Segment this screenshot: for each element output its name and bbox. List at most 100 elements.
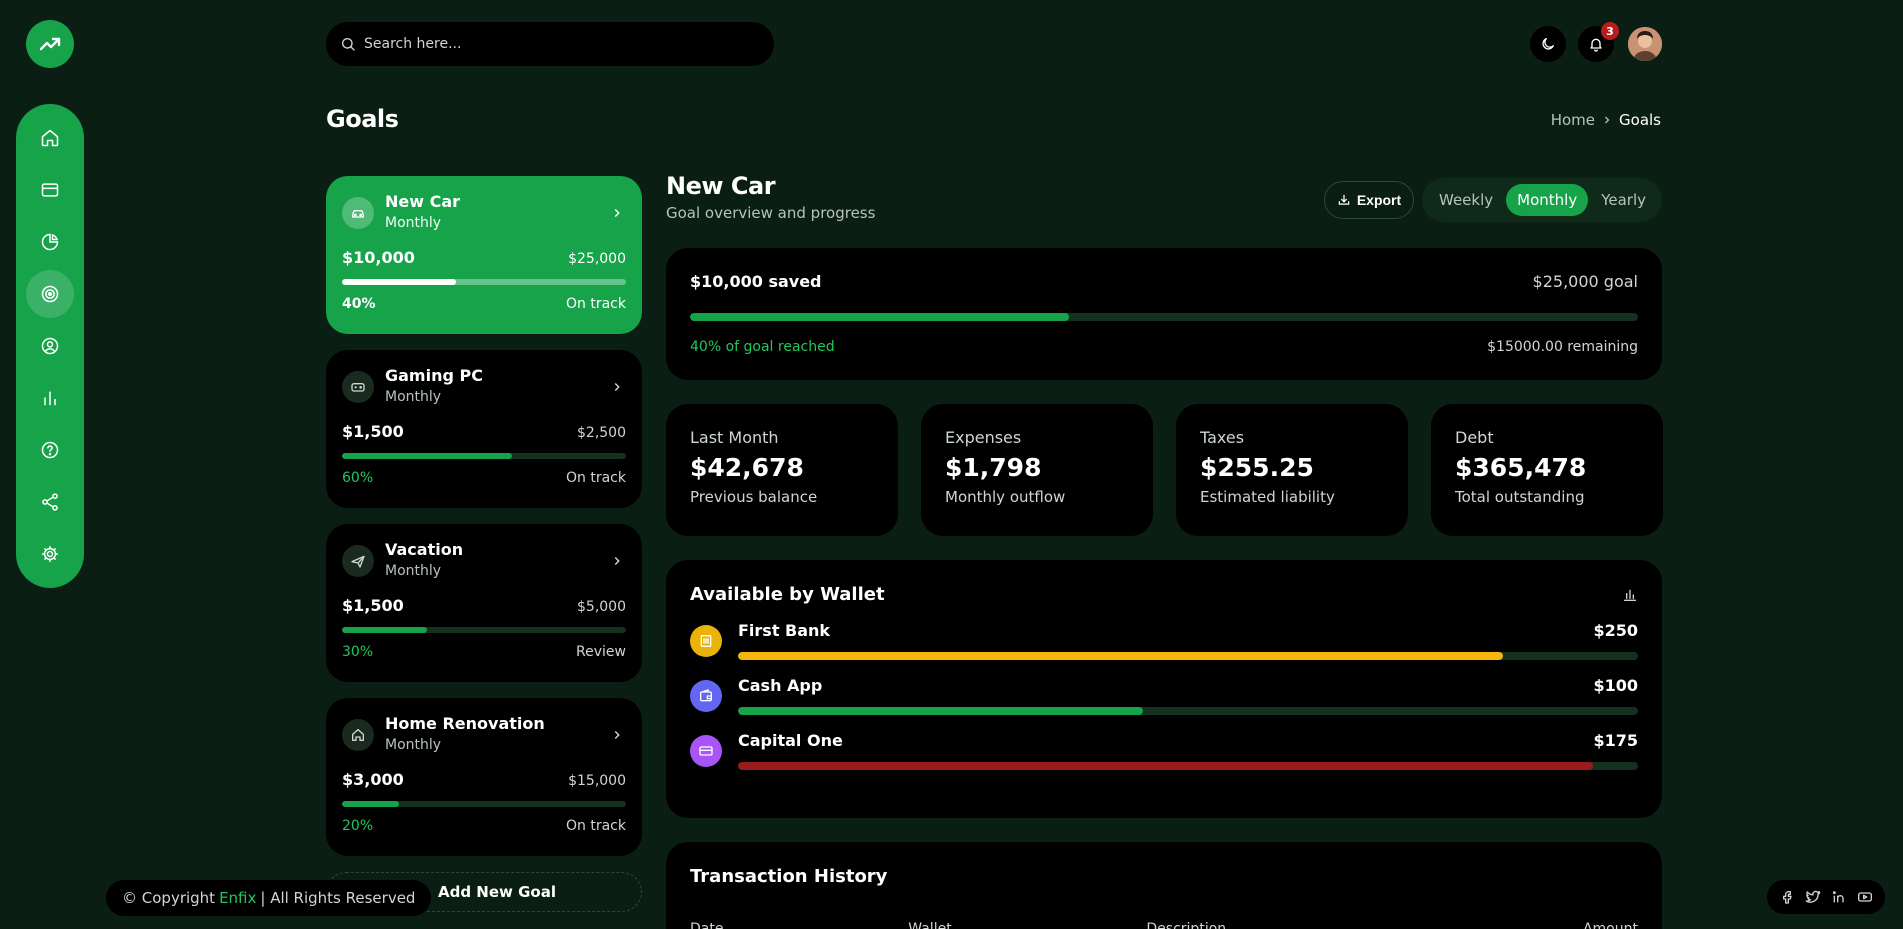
trending-up-icon [39,37,61,51]
wallet-panel-title: Available by Wallet [690,584,885,605]
app-logo[interactable] [26,20,74,68]
car-icon [342,197,374,229]
goal-saved-amount: $1,500 [342,422,404,441]
target-icon [41,285,59,303]
stat-subtitle: Previous balance [690,488,818,506]
wallet-row-cash-app[interactable]: Cash App $100 [690,676,1638,715]
wallet-progress-fill [738,652,1503,660]
stat-value: $255.25 [1200,453,1314,482]
goal-detail-subtitle: Goal overview and progress [666,204,876,222]
moon-icon [1542,38,1554,50]
search-bar [326,22,774,66]
wallet-row-first-bank[interactable]: First Bank $250 [690,621,1638,660]
copyright-prefix: © Copyright [122,889,216,907]
goal-saved-amount: $1,500 [342,596,404,615]
stat-subtitle: Estimated liability [1200,488,1335,506]
goal-progress-panel: $10,000 saved $25,000 goal 40% of goal r… [666,248,1662,380]
period-option-monthly[interactable]: Monthly [1506,184,1589,216]
goal-period: Monthly [385,563,442,579]
home-icon [342,719,374,751]
wallet-progress-fill [738,762,1593,770]
goal-saved-amount: $10,000 [342,248,415,267]
sidebar-item-help[interactable] [26,426,74,474]
gamepad-icon [342,371,374,403]
theme-toggle-button[interactable] [1530,26,1566,62]
page-title: Goals [326,105,399,133]
credit-card-icon [41,183,59,197]
goal-progress-fill [690,313,1070,321]
sidebar-item-profile[interactable] [26,322,74,370]
bell-icon [1590,38,1602,52]
stat-label: Last Month [690,428,779,447]
goal-percent: 20% [342,818,374,834]
search-input[interactable] [364,36,744,52]
sidebar-item-home[interactable] [26,114,74,162]
goal-card-vacation[interactable]: Vacation Monthly $1,500 $5,000 30% Revie… [326,524,642,682]
wallet-amount: $100 [1593,676,1638,695]
credit-card-icon [690,734,722,767]
youtube-icon[interactable] [1857,889,1873,905]
wallet-progress-bar [738,762,1638,770]
goal-period: Monthly [385,215,442,231]
sidebar-item-reports[interactable] [26,374,74,422]
plane-icon [342,545,374,577]
goal-status: On track [566,296,626,312]
wallet-icon [690,679,722,712]
notification-count-badge: 3 [1601,22,1619,40]
goal-card-gaming-pc[interactable]: Gaming PC Monthly $1,500 $2,500 60% On t… [326,350,642,508]
period-option-weekly[interactable]: Weekly [1428,184,1504,216]
wallet-panel: Available by Wallet First Bank $250 Cash… [666,560,1662,818]
sidebar-item-settings[interactable] [26,530,74,578]
sidebar-item-cards[interactable] [26,166,74,214]
goal-status: On track [566,818,626,834]
period-option-yearly[interactable]: Yearly [1590,184,1657,216]
wallet-row-capital-one[interactable]: Capital One $175 [690,731,1638,770]
goal-target-amount: $2,500 [577,425,626,441]
breadcrumb-home-link[interactable]: Home [1551,111,1595,129]
wallet-progress-bar [738,652,1638,660]
bar-chart-icon [44,391,56,406]
goal-status: Review [576,644,626,660]
sidebar-item-analytics[interactable] [26,218,74,266]
column-header-date[interactable]: Date [690,921,908,929]
goal-name: Vacation [385,540,464,559]
sidebar-item-share[interactable] [26,478,74,526]
bar-chart-icon[interactable] [1622,587,1638,603]
goal-progress-bar [342,801,626,807]
wallet-amount: $250 [1593,621,1638,640]
stat-subtitle: Monthly outflow [945,488,1066,506]
home-icon [41,129,59,147]
chevron-right-icon [614,382,620,392]
twitter-icon[interactable] [1805,889,1821,905]
notifications-button[interactable]: 3 [1578,22,1619,62]
goal-period: Monthly [385,389,442,405]
wallet-name: Cash App [738,676,823,695]
column-header-description[interactable]: Description [1146,921,1583,929]
goal-target-amount: $25,000 [568,251,626,267]
facebook-icon[interactable] [1779,889,1795,905]
goal-card-new-car[interactable]: New Car Monthly $10,000 $25,000 40% On t… [326,176,642,334]
copyright-suffix: | All Rights Reserved [260,889,416,907]
goal-saved-amount: $3,000 [342,770,404,789]
goal-progress-fill [342,627,428,633]
sidebar-item-goals[interactable] [26,270,74,318]
stat-value: $42,678 [690,453,804,482]
stat-value: $365,478 [1455,453,1587,482]
stat-subtitle: Total outstanding [1455,488,1585,506]
export-button[interactable]: Export [1324,181,1414,219]
column-header-amount[interactable]: Amount [1583,921,1638,929]
goal-period: Monthly [385,737,442,753]
stat-card-debt: Debt $365,478 Total outstanding [1431,404,1663,536]
copyright-notice: © Copyright Enfix | All Rights Reserved [106,880,432,916]
goal-card-home-renovation[interactable]: Home Renovation Monthly $3,000 $15,000 2… [326,698,642,856]
chevron-right-icon [1605,116,1610,124]
column-header-wallet[interactable]: Wallet [908,921,1146,929]
breadcrumb-current: Goals [1619,111,1661,129]
sidebar [16,104,84,588]
wallet-name: First Bank [738,621,831,640]
chevron-right-icon [614,208,620,218]
social-links [1767,880,1885,914]
copyright-brand-link[interactable]: Enfix [219,889,256,907]
user-avatar[interactable] [1628,27,1662,61]
linkedin-icon[interactable] [1831,889,1847,905]
